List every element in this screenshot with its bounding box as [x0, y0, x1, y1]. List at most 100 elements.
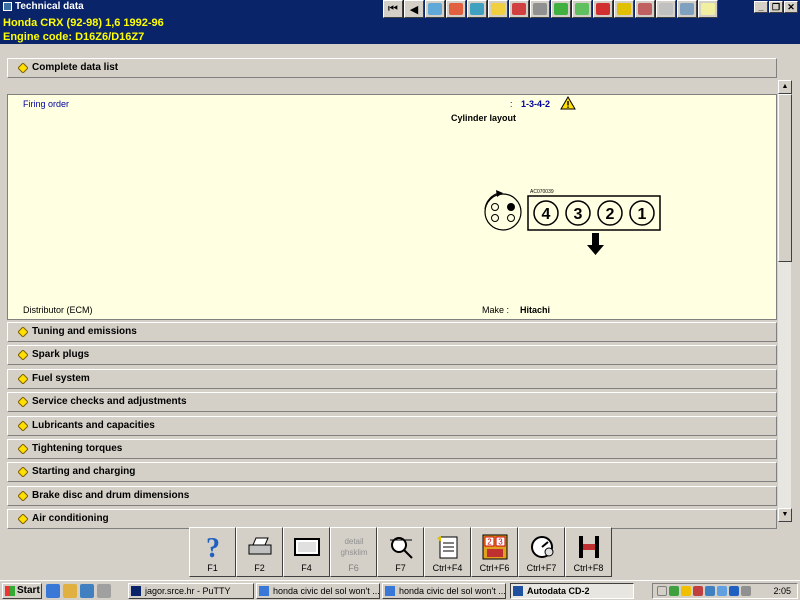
fkey-f7[interactable]: F7 — [377, 527, 424, 577]
notepad-icon — [433, 533, 463, 561]
complete-data-list-row[interactable]: Complete data list — [7, 58, 777, 78]
tool-button-1[interactable] — [425, 0, 445, 18]
vehicle-model: Honda CRX (92-98) 1,6 1992-96 — [3, 17, 164, 29]
svg-text:ghsklim: ghsklim — [340, 548, 367, 557]
tool-button-12[interactable] — [656, 0, 676, 18]
tool-button-8[interactable] — [572, 0, 592, 18]
make-label: Make : — [482, 305, 510, 315]
system-tray: 2:05 — [652, 583, 798, 599]
task-autodata[interactable]: Autodata CD-2 — [510, 583, 634, 599]
section-label: Air conditioning — [32, 513, 109, 525]
tray-icons — [657, 586, 751, 596]
tool-button-2[interactable] — [446, 0, 466, 18]
section-row[interactable]: Lubricants and capacities — [7, 415, 777, 436]
scroll-down-button[interactable]: ▼ — [778, 508, 792, 522]
quick-launch — [46, 584, 111, 598]
desktop-icon[interactable] — [97, 584, 111, 598]
battery-icon — [575, 3, 589, 15]
tray-icon-4[interactable] — [705, 586, 715, 596]
tray-icon-1[interactable] — [669, 586, 679, 596]
section-row[interactable]: Fuel system — [7, 368, 777, 389]
fkey-ctrl-f7[interactable]: Ctrl+F7 — [518, 527, 565, 577]
tool-button-14[interactable] — [698, 0, 718, 18]
fkey-label: Ctrl+F7 — [526, 563, 557, 573]
fkey-label: F7 — [395, 563, 406, 573]
tool-button-7[interactable] — [551, 0, 571, 18]
restore-button[interactable]: ❐ — [769, 1, 783, 13]
tray-icon-5[interactable] — [717, 586, 727, 596]
tool-button-9[interactable] — [593, 0, 613, 18]
windows-flag-icon — [5, 586, 15, 596]
taskbar: Start jagor.srce.hr - PuTTY honda civic … — [0, 580, 800, 600]
section-row[interactable]: Brake disc and drum dimensions — [7, 485, 777, 506]
diamond-bullet-icon — [18, 350, 28, 361]
fkey-f1[interactable]: ? F1 — [189, 527, 236, 577]
printer-icon — [245, 533, 275, 561]
task-browser-1[interactable]: honda civic del sol won't ... — [256, 583, 380, 599]
minimize-button[interactable]: _ — [754, 1, 768, 13]
car-icon — [512, 3, 526, 15]
wiring-icon — [554, 3, 568, 15]
section-row[interactable]: Tuning and emissions — [7, 322, 777, 342]
tray-icon-2[interactable] — [681, 586, 691, 596]
make-value: Hitachi — [520, 305, 551, 315]
fkey-ctrl-f6[interactable]: 2 3 Ctrl+F6 — [471, 527, 518, 577]
tool-button-11[interactable] — [635, 0, 655, 18]
window-controls: _ ❐ ✕ — [754, 1, 798, 13]
tray-arrow-icon[interactable] — [657, 586, 667, 596]
fkey-f4[interactable]: F4 — [283, 527, 330, 577]
clock: 2:05 — [773, 586, 791, 596]
cylinder-diagram-icon: AC070039 4 3 2 1 — [484, 189, 661, 255]
document-icon — [701, 3, 715, 15]
warning-triangle-icon[interactable] — [560, 96, 576, 110]
back-button[interactable]: ◀ — [404, 0, 424, 18]
tray-icon-6[interactable] — [729, 586, 739, 596]
window-title: Technical data — [15, 1, 84, 12]
browser-window-icon — [259, 586, 269, 596]
fkey-f6[interactable]: detail ghsklim F6 — [330, 527, 377, 577]
tool-button-4[interactable] — [488, 0, 508, 18]
ie-icon[interactable] — [46, 584, 60, 598]
section-label: Service checks and adjustments — [32, 396, 187, 408]
tool-button-3[interactable] — [467, 0, 487, 18]
tool-button-5[interactable] — [509, 0, 529, 18]
scroll-up-button[interactable]: ▲ — [778, 80, 792, 94]
task-label: jagor.srce.hr - PuTTY — [145, 586, 231, 596]
fkey-ctrl-f8[interactable]: Ctrl+F8 — [565, 527, 612, 577]
fkey-label: F4 — [301, 563, 312, 573]
tray-icon-3[interactable] — [693, 586, 703, 596]
engine-icon — [449, 3, 463, 15]
numbers-icon: 23 — [480, 533, 510, 561]
vertical-scrollbar[interactable]: ▲ ▼ — [777, 80, 792, 522]
section-label: Lubricants and capacities — [32, 419, 155, 431]
firing-colon: : — [510, 99, 513, 109]
section-row[interactable]: Service checks and adjustments — [7, 392, 777, 413]
diamond-bullet-icon — [18, 373, 28, 384]
start-button[interactable]: Start — [2, 583, 42, 599]
scroll-thumb[interactable] — [778, 94, 792, 262]
task-browser-2[interactable]: honda civic del sol won't ... — [382, 583, 506, 599]
section-row[interactable]: Tightening torques — [7, 439, 777, 459]
tool-button-10[interactable] — [614, 0, 634, 18]
tool-button-13[interactable] — [677, 0, 697, 18]
fkey-label: Ctrl+F4 — [432, 563, 463, 573]
outlook-icon[interactable] — [63, 584, 77, 598]
diamond-bullet-icon — [18, 490, 28, 501]
fkey-ctrl-f4[interactable]: Ctrl+F4 — [424, 527, 471, 577]
tool-button-6[interactable] — [530, 0, 550, 18]
diagram-code: AC070039 — [530, 189, 554, 195]
browser-icon[interactable] — [80, 584, 94, 598]
diamond-bullet-icon — [18, 63, 28, 73]
data-list: Complete data list Firing order : 1-3-4-… — [7, 58, 791, 564]
vehicle-header: Honda CRX (92-98) 1,6 1992-96 Engine cod… — [0, 14, 800, 44]
svg-text:?: ? — [206, 533, 220, 561]
section-row[interactable]: Starting and charging — [7, 462, 777, 483]
section-label: Fuel system — [32, 372, 90, 384]
task-putty[interactable]: jagor.srce.hr - PuTTY — [128, 583, 254, 599]
first-page-button[interactable]: ⏮ — [383, 0, 403, 18]
section-row[interactable]: Spark plugs — [7, 345, 777, 366]
tray-icon-7[interactable] — [741, 586, 751, 596]
fkey-f2[interactable]: F2 — [236, 527, 283, 577]
close-button[interactable]: ✕ — [784, 1, 798, 13]
diamond-bullet-icon — [18, 514, 28, 525]
